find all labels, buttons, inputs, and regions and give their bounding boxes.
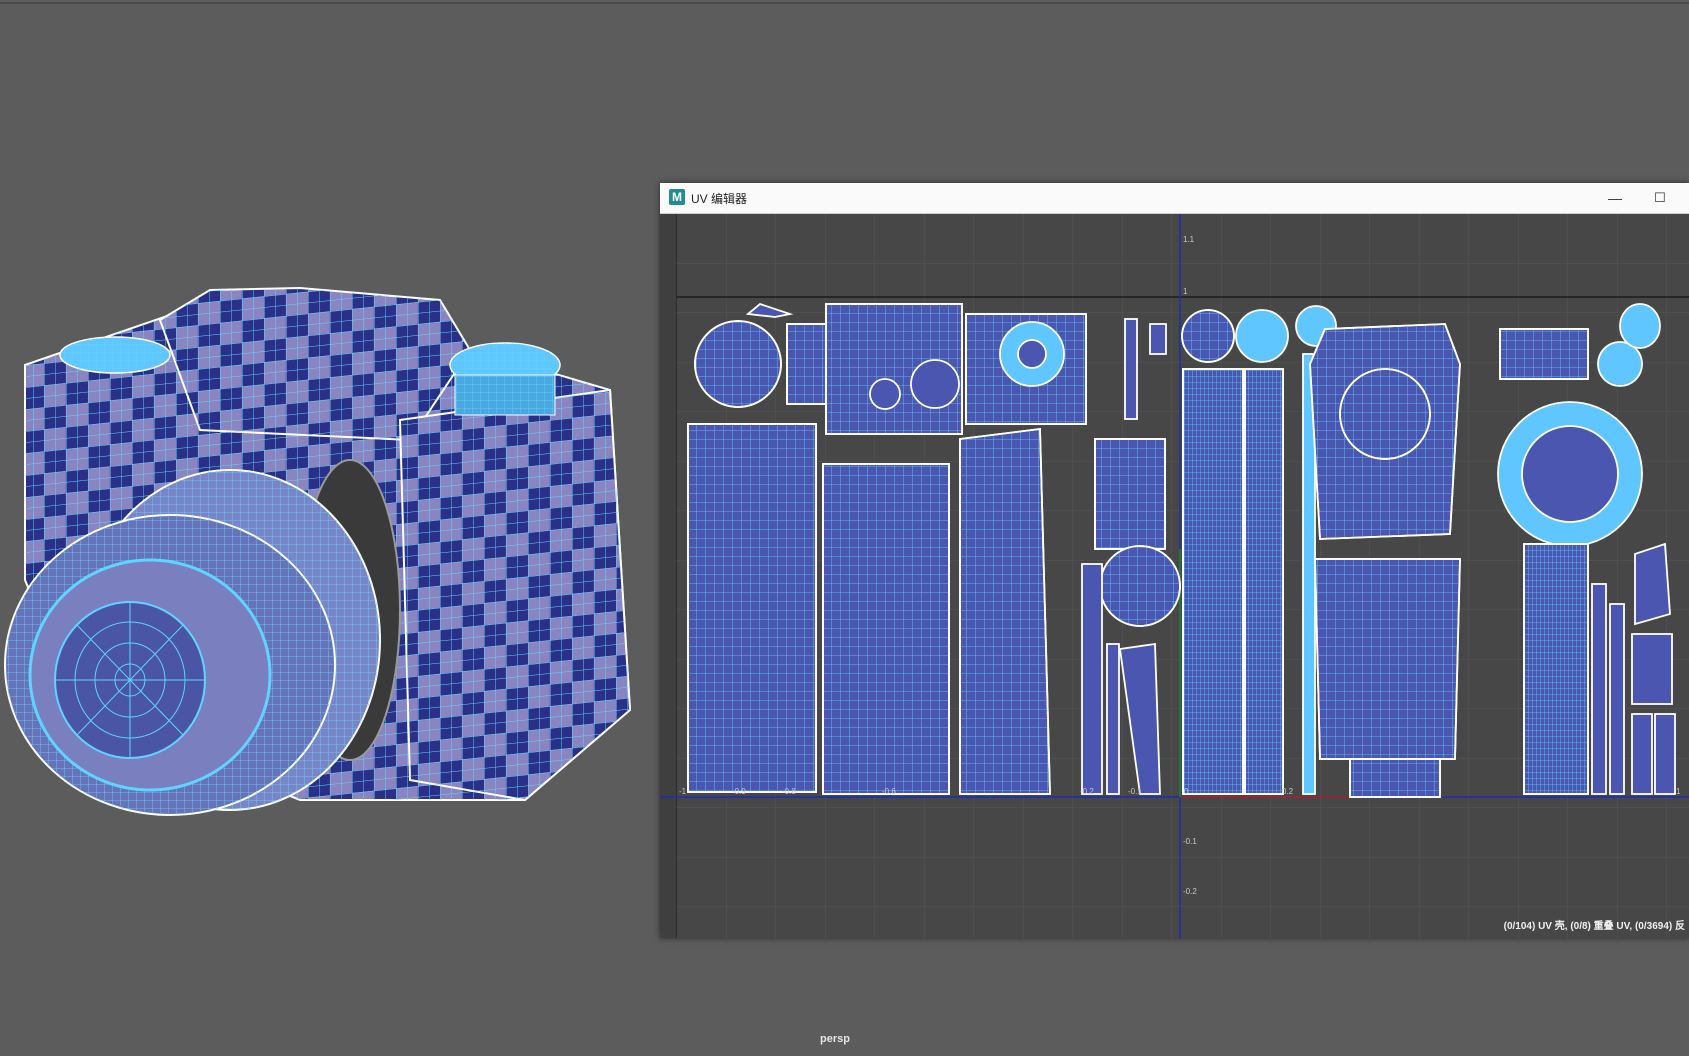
uv-grid: -1 -0.9 -0.8 -0.6 -0.2 -0.1 0 0.2 1 1.1 … [660,214,1689,938]
uv-status-readout: (0/104) UV 壳, (0/8) 重叠 UV, (0/3694) 反 [1503,921,1685,932]
svg-text:1: 1 [1183,287,1188,296]
svg-text:-0.2: -0.2 [1183,887,1197,896]
svg-text:1: 1 [1676,787,1681,796]
uv-canvas[interactable]: -1 -0.9 -0.8 -0.6 -0.2 -0.1 0 0.2 1 1.1 … [660,214,1689,938]
window-title: UV 编辑器 [691,192,748,206]
svg-text:-0.1: -0.1 [1183,837,1197,846]
svg-text:-0.1: -0.1 [1128,787,1142,796]
svg-text:-0.8: -0.8 [782,787,796,796]
maximize-button[interactable]: ☐ [1645,187,1675,209]
svg-text:-0.2: -0.2 [1080,787,1094,796]
uv-editor-window[interactable]: M UV 编辑器 — ☐ -1 -0.9 -0.8 -0.6 -0.2 -0.1… [660,183,1689,938]
svg-text:-0.9: -0.9 [732,787,746,796]
minimize-button[interactable]: — [1600,187,1630,209]
camera-name-label: persp [820,1033,850,1045]
uv-editor-titlebar[interactable]: M UV 编辑器 — ☐ [660,183,1689,214]
svg-text:0.2: 0.2 [1282,787,1294,796]
maya-logo-icon: M [669,189,685,205]
svg-text:-1: -1 [679,787,687,796]
svg-text:-0.6: -0.6 [882,787,896,796]
camera-model-3d[interactable] [0,280,640,840]
viewport-top-border [0,2,1689,4]
svg-text:1.1: 1.1 [1183,235,1195,244]
svg-text:0: 0 [1184,787,1189,796]
